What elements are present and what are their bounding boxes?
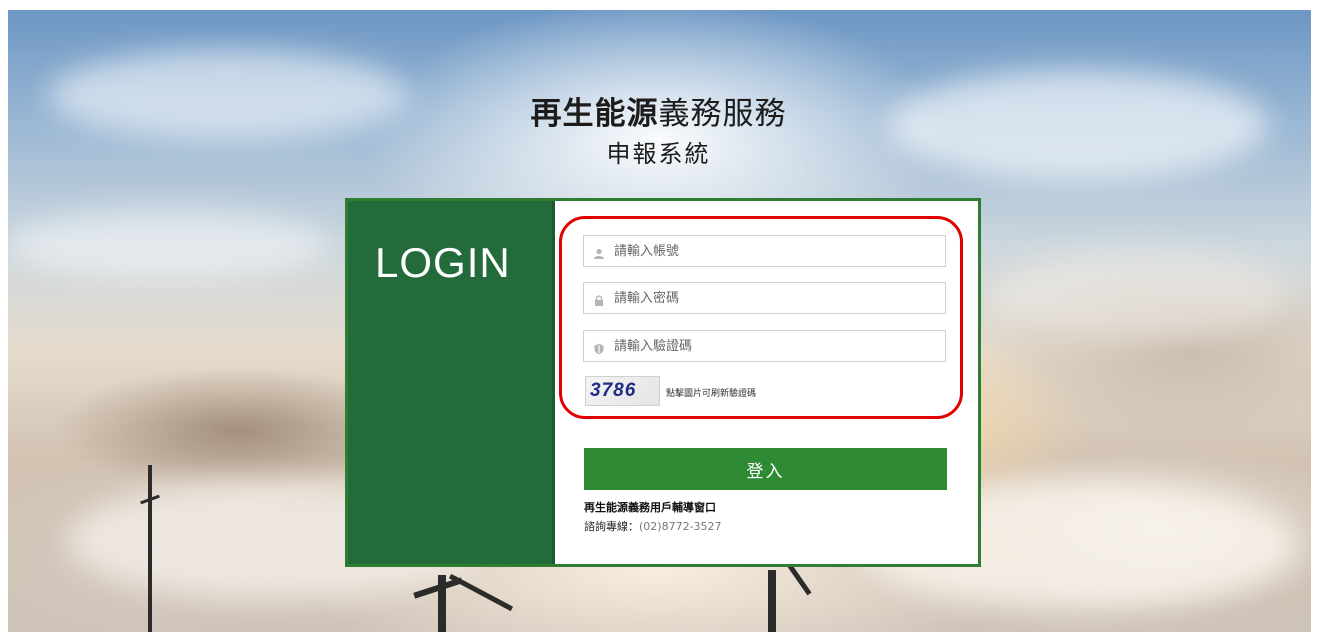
- phone-label: 諮詢專線：: [584, 520, 639, 533]
- captcha-code: 3786: [590, 380, 637, 401]
- login-side-panel: LOGIN: [348, 201, 552, 564]
- page-title: 再生能源義務服務: [0, 88, 1317, 133]
- phone-number: (02)8772-3527: [639, 520, 722, 533]
- login-panel-label: LOGIN: [375, 239, 511, 286]
- panel-divider: [552, 201, 555, 564]
- help-phone-line: 諮詢專線：(02)8772-3527: [584, 518, 722, 534]
- shield-icon: [593, 340, 605, 355]
- help-desk-title: 再生能源義務用戶輔導窗口: [584, 501, 716, 514]
- account-input[interactable]: [614, 236, 945, 266]
- user-icon: [593, 245, 605, 259]
- account-field[interactable]: [583, 235, 946, 267]
- captcha-refresh-hint: 點擊圖片可刷新驗證碼: [666, 389, 757, 399]
- password-field[interactable]: [583, 282, 946, 314]
- captcha-image[interactable]: 3786: [585, 376, 660, 406]
- page-subtitle: 申報系統: [606, 140, 711, 168]
- password-input[interactable]: [614, 283, 945, 313]
- captcha-input[interactable]: [614, 331, 945, 361]
- login-button[interactable]: 登入: [584, 448, 947, 490]
- lock-icon: [593, 292, 605, 306]
- title-light: 義務服務: [658, 96, 787, 132]
- title-bold: 再生能源: [530, 96, 659, 132]
- captcha-field[interactable]: [583, 330, 946, 362]
